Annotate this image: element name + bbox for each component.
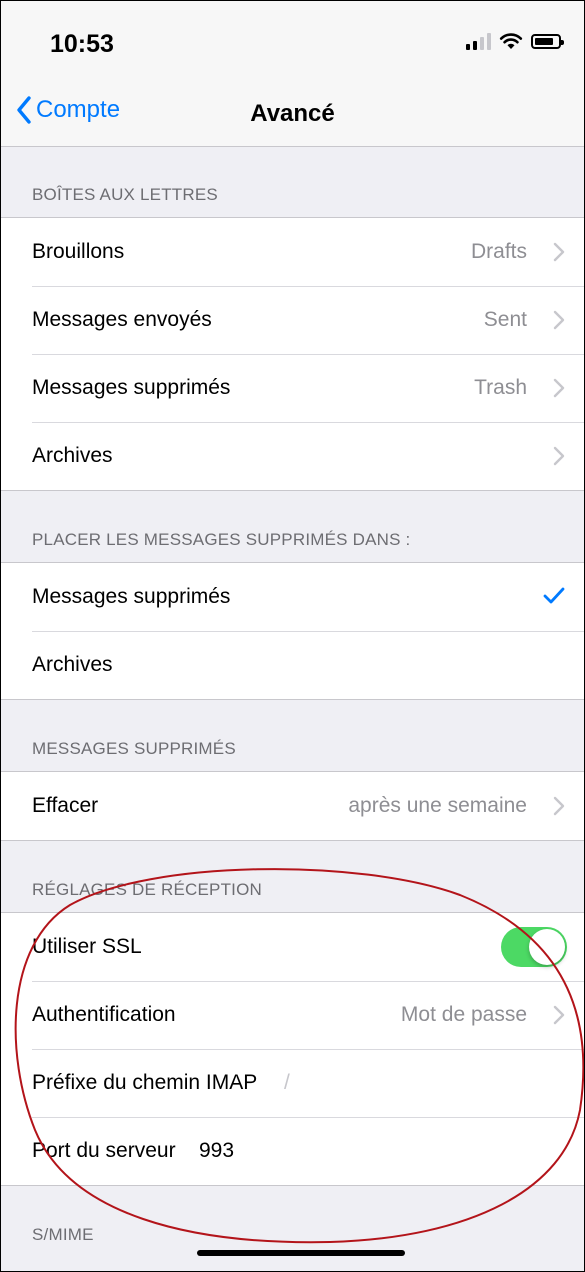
section-header-move-deleted: PLACER LES MESSAGES SUPPRIMÉS DANS : xyxy=(32,530,411,549)
chevron-right-icon xyxy=(553,446,565,466)
incoming-settings-group: Utiliser SSL Authentification Mot de pas… xyxy=(0,912,585,1186)
row-server-port[interactable]: Port du serveur 993 xyxy=(0,1117,585,1185)
move-deleted-group: Messages supprimés Archives xyxy=(0,562,585,700)
chevron-right-icon xyxy=(553,796,565,816)
chevron-right-icon xyxy=(553,378,565,398)
checkmark-icon xyxy=(543,587,565,604)
row-authentication[interactable]: Authentification Mot de passe xyxy=(0,981,585,1049)
row-drafts[interactable]: Brouillons Drafts xyxy=(0,218,585,286)
battery-icon xyxy=(531,33,564,49)
server-port-field[interactable]: 993 xyxy=(199,1139,234,1163)
section-header-incoming-settings: RÉGLAGES DE RÉCEPTION xyxy=(32,880,262,899)
status-icons xyxy=(466,32,564,50)
page-title: Avancé xyxy=(250,100,335,127)
mailboxes-group: Brouillons Drafts Messages envoyés Sent … xyxy=(0,217,585,491)
row-sent[interactable]: Messages envoyés Sent xyxy=(0,286,585,354)
cellular-signal-icon xyxy=(466,32,491,50)
navigation-bar: Compte Avancé xyxy=(0,90,585,147)
row-use-ssl: Utiliser SSL xyxy=(0,913,585,981)
row-imap-prefix[interactable]: Préfixe du chemin IMAP / xyxy=(0,1049,585,1117)
option-deleted-messages[interactable]: Messages supprimés xyxy=(0,563,585,631)
section-header-smime: S/MIME xyxy=(32,1225,94,1244)
ssl-toggle[interactable] xyxy=(501,927,567,967)
row-archives[interactable]: Archives xyxy=(0,422,585,490)
status-time: 10:53 xyxy=(50,30,114,58)
settings-list: BOÎTES AUX LETTRES Brouillons Drafts Mes… xyxy=(0,146,585,1257)
imap-prefix-field[interactable]: / xyxy=(284,1071,290,1095)
row-erase[interactable]: Effacer après une semaine xyxy=(0,772,585,840)
chevron-right-icon xyxy=(553,1005,565,1025)
status-bar: 10:53 xyxy=(0,0,585,90)
home-indicator[interactable] xyxy=(197,1250,405,1256)
chevron-right-icon xyxy=(553,242,565,262)
deleted-messages-group: Effacer après une semaine xyxy=(0,771,585,841)
wifi-icon xyxy=(499,33,523,49)
option-archives[interactable]: Archives xyxy=(0,631,585,699)
chevron-right-icon xyxy=(553,310,565,330)
section-header-deleted-messages: MESSAGES SUPPRIMÉS xyxy=(32,739,236,758)
section-header-mailboxes: BOÎTES AUX LETTRES xyxy=(32,185,218,204)
row-deleted[interactable]: Messages supprimés Trash xyxy=(0,354,585,422)
